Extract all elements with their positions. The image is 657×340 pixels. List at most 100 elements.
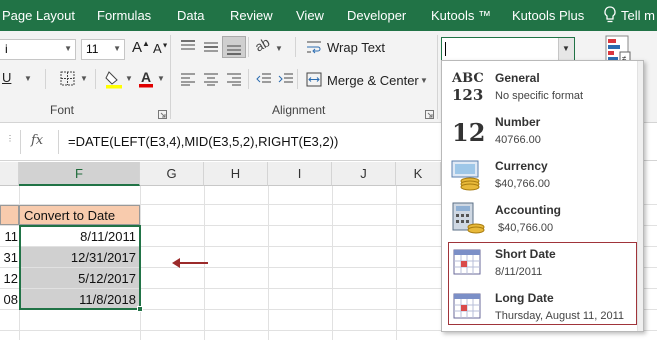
- header-cell-f[interactable]: Convert to Date: [19, 205, 140, 225]
- cell-e5[interactable]: 12: [0, 268, 18, 288]
- group-divider: [170, 35, 171, 119]
- group-divider: [437, 35, 438, 119]
- gridline: [268, 186, 269, 340]
- fill-color-icon[interactable]: [105, 69, 123, 94]
- number-format-dropdown-button[interactable]: ▼: [558, 38, 574, 60]
- underline-icon[interactable]: U: [2, 70, 11, 85]
- font-color-icon[interactable]: A: [138, 68, 154, 94]
- align-top-icon[interactable]: [180, 40, 196, 59]
- chevron-down-icon[interactable]: ▼: [24, 74, 32, 83]
- cell-e6[interactable]: 08: [0, 289, 18, 309]
- align-right-icon[interactable]: [226, 73, 242, 91]
- tab-kutools-plus[interactable]: Kutools Plus: [512, 0, 584, 31]
- font-size-box[interactable]: 11 ▼: [81, 39, 125, 60]
- tab-formulas[interactable]: Formulas: [97, 0, 151, 31]
- dropdown-scrollbar[interactable]: [637, 61, 643, 331]
- column-header-k[interactable]: K: [396, 162, 441, 186]
- cell-e4[interactable]: 31: [0, 247, 18, 267]
- divider: [295, 37, 296, 57]
- column-header-e[interactable]: [0, 162, 19, 186]
- chevron-down-icon[interactable]: ▼: [157, 74, 165, 83]
- font-name-value: i: [5, 42, 8, 56]
- merge-center-icon[interactable]: [306, 72, 322, 92]
- chevron-down-icon[interactable]: ▼: [420, 76, 428, 85]
- insert-function-icon[interactable]: fx: [31, 133, 43, 148]
- cell-e3[interactable]: 11: [0, 226, 19, 246]
- wrap-text-button[interactable]: Wrap Text: [327, 40, 385, 55]
- more-options-icon[interactable]: ⋮: [6, 134, 14, 143]
- chevron-down-icon[interactable]: ▼: [275, 44, 283, 53]
- format-example: $40,766.00: [495, 222, 554, 234]
- format-option-general[interactable]: ABC 123 General No specific format: [442, 64, 643, 108]
- ribbon-tab-bar: Page Layout Formulas Data Review View De…: [0, 0, 657, 31]
- divider: [20, 130, 21, 154]
- merge-center-button[interactable]: Merge & Center: [327, 73, 419, 88]
- number-format-combo[interactable]: ▼: [441, 37, 575, 61]
- tab-data[interactable]: Data: [177, 0, 204, 31]
- align-middle-icon[interactable]: [203, 40, 219, 59]
- format-example: $40,766.00: [495, 178, 551, 190]
- wrap-text-icon[interactable]: [306, 40, 322, 59]
- column-header-g[interactable]: G: [140, 162, 204, 186]
- align-center-icon[interactable]: [203, 73, 219, 91]
- svg-text:A: A: [141, 69, 151, 85]
- chevron-down-icon[interactable]: ▼: [125, 74, 133, 83]
- tab-kutools[interactable]: Kutools ™: [431, 0, 491, 31]
- divider: [248, 37, 249, 57]
- date-options-highlight: [448, 242, 637, 325]
- format-option-currency[interactable]: Currency $40,766.00: [442, 152, 643, 196]
- header-cell-e[interactable]: [0, 205, 19, 225]
- font-size-value: 11: [86, 42, 99, 56]
- format-name: General: [495, 71, 540, 85]
- format-option-number[interactable]: 12 Number 40766.00: [442, 108, 643, 152]
- chevron-down-icon[interactable]: ▼: [113, 44, 121, 53]
- currency-icon: [450, 157, 486, 191]
- font-group-label: Font: [50, 103, 75, 117]
- tab-page-layout[interactable]: Page Layout: [2, 0, 75, 31]
- divider: [248, 69, 249, 89]
- dialog-launcher-icon[interactable]: [425, 106, 434, 124]
- fill-handle[interactable]: [137, 306, 143, 312]
- selection-border: [19, 225, 141, 310]
- formula-input[interactable]: =DATE(LEFT(E3,4),MID(E3,5,2),RIGHT(E3,2)…: [68, 134, 338, 149]
- accounting-icon: [450, 201, 486, 235]
- decrease-indent-icon[interactable]: [256, 73, 272, 91]
- column-header-f[interactable]: F: [19, 162, 140, 186]
- svg-text:12: 12: [452, 118, 485, 147]
- tell-me-search[interactable]: Tell m: [621, 0, 655, 31]
- column-header-i[interactable]: I: [268, 162, 332, 186]
- chevron-down-icon[interactable]: ▼: [64, 44, 72, 53]
- format-name: Currency: [495, 159, 548, 173]
- tab-developer[interactable]: Developer: [347, 0, 406, 31]
- align-bottom-icon: [226, 41, 242, 60]
- gridline: [332, 186, 333, 340]
- number-12-icon: 12: [450, 113, 486, 147]
- font-name-box[interactable]: i ▼: [0, 39, 76, 60]
- chevron-down-icon[interactable]: ▼: [80, 74, 88, 83]
- divider: [58, 130, 59, 154]
- align-bottom-button[interactable]: [222, 36, 246, 58]
- format-example: No specific format: [495, 90, 584, 102]
- dialog-launcher-icon[interactable]: [158, 106, 167, 124]
- column-header-h[interactable]: H: [204, 162, 268, 186]
- format-name: Number: [495, 115, 541, 129]
- svg-text:123: 123: [452, 86, 483, 103]
- left-arrow-icon: [170, 256, 210, 275]
- format-name: Accounting: [495, 203, 561, 217]
- format-option-accounting[interactable]: Accounting $40,766.00: [442, 196, 643, 240]
- tab-view[interactable]: View: [296, 0, 324, 31]
- chevron-down-icon: ▼: [562, 44, 570, 53]
- tab-review[interactable]: Review: [230, 0, 273, 31]
- orientation-icon[interactable]: ab: [252, 34, 272, 54]
- number-format-dropdown: ABC 123 General No specific format 12 Num…: [441, 60, 644, 332]
- decrease-font-icon[interactable]: A▼: [153, 41, 169, 56]
- align-left-icon[interactable]: [180, 73, 196, 91]
- alignment-group-label: Alignment: [272, 103, 326, 117]
- borders-icon[interactable]: [60, 71, 75, 91]
- divider: [297, 69, 298, 89]
- increase-indent-icon[interactable]: [278, 73, 294, 91]
- increase-font-icon[interactable]: A▲: [132, 39, 150, 56]
- column-header-j[interactable]: J: [332, 162, 396, 186]
- gridline: [396, 186, 397, 340]
- svg-text:ABC: ABC: [451, 71, 484, 86]
